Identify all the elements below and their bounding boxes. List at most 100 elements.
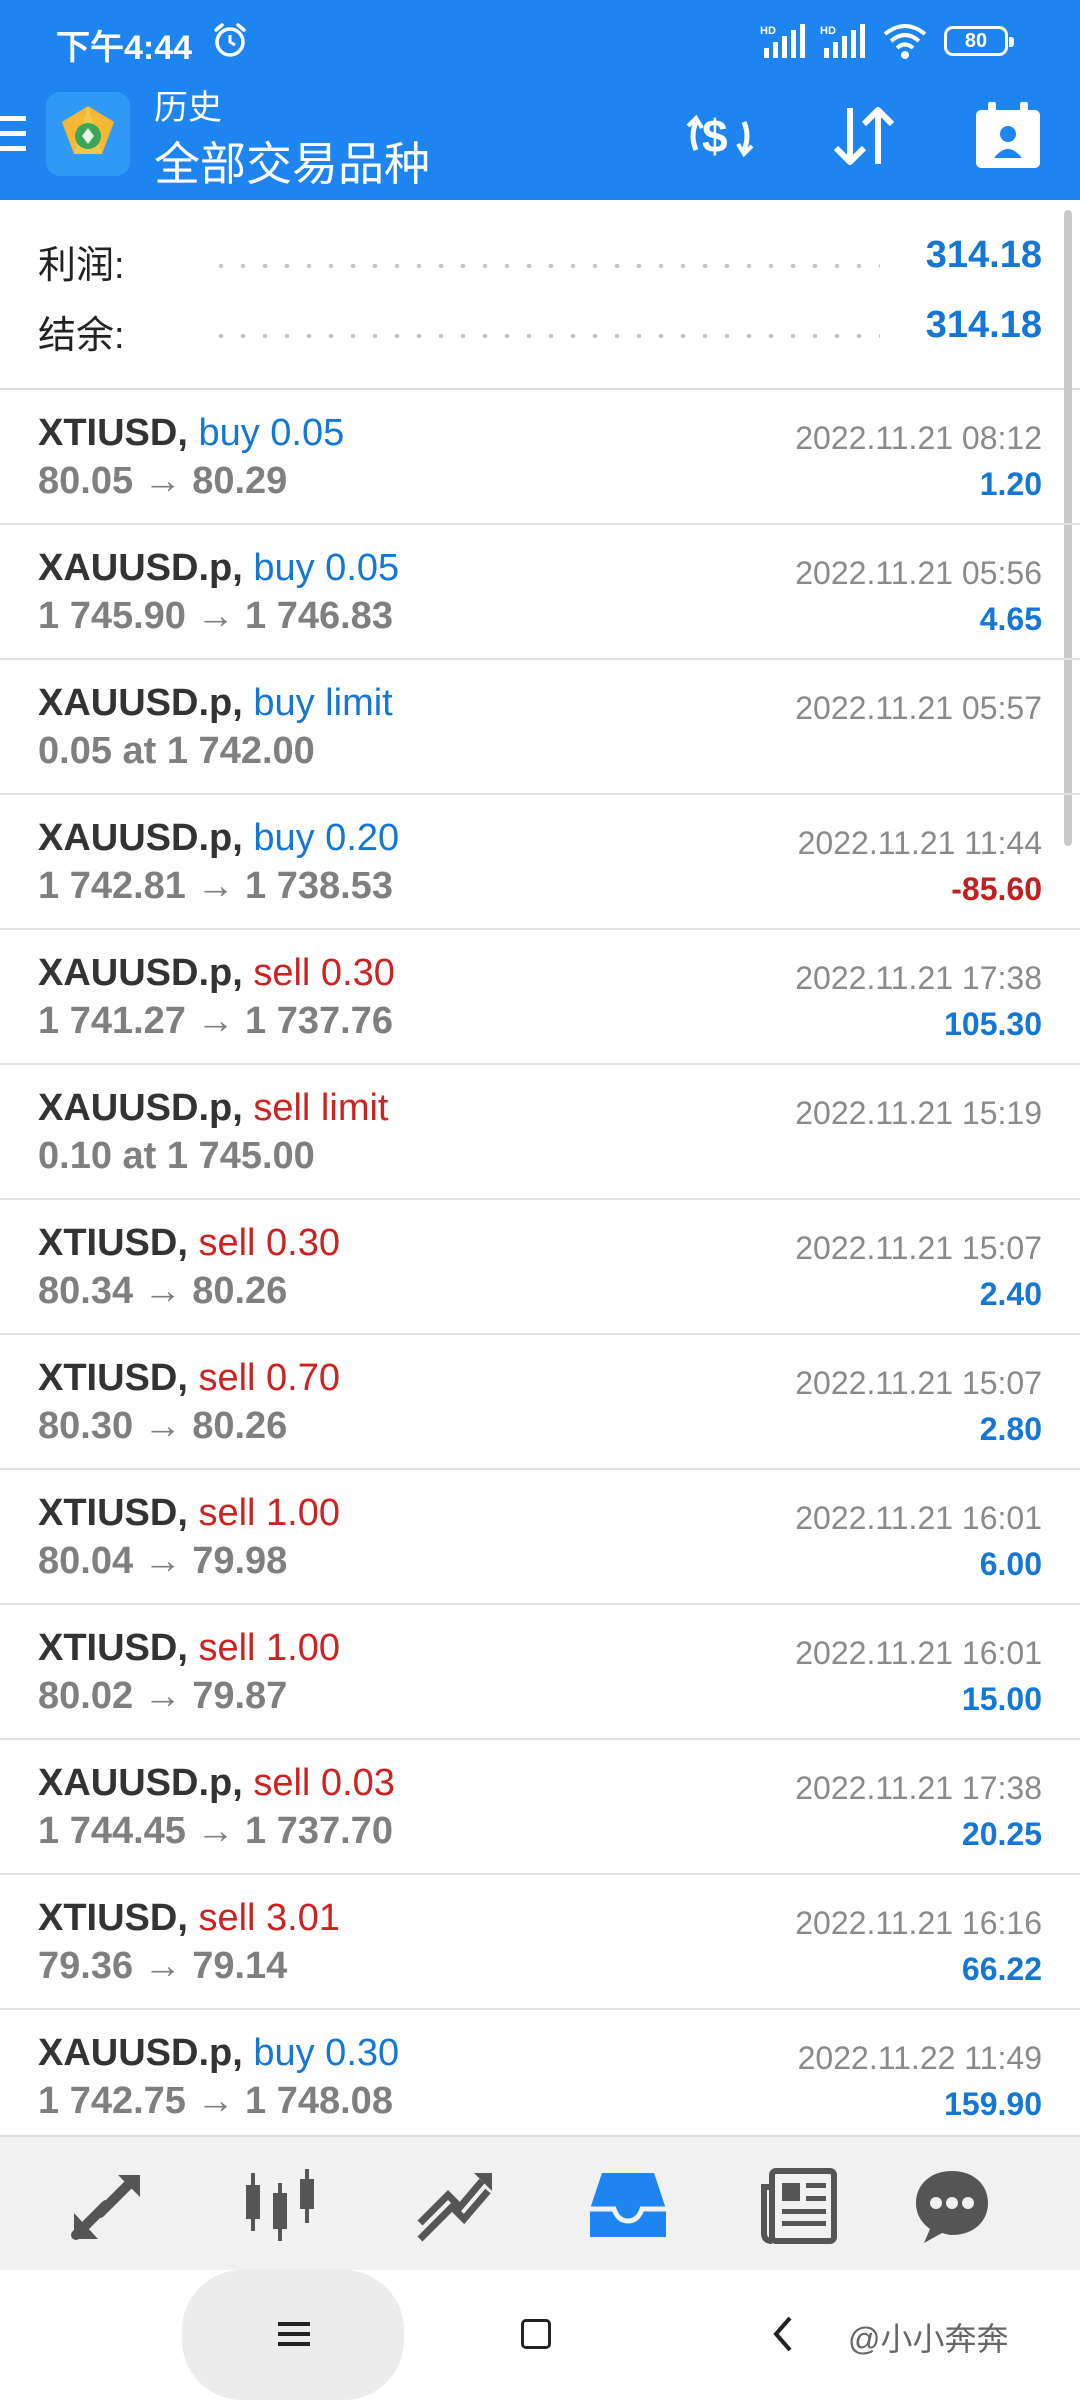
status-bar: 下午4:44 HD HD 80 bbox=[0, 0, 1080, 80]
back-icon[interactable] bbox=[768, 2314, 798, 2354]
order-symbol: XTIUSD, bbox=[38, 1357, 188, 1399]
order-row[interactable]: XTIUSD, sell 1.00 80.02 → 79.87 2022.11.… bbox=[0, 1605, 1080, 1740]
order-title: XTIUSD, sell 1.00 bbox=[38, 1492, 340, 1535]
order-symbol: XAUUSD.p, bbox=[38, 1762, 243, 1804]
order-title: XTIUSD, sell 1.00 bbox=[38, 1627, 340, 1670]
status-time: 下午4:44 bbox=[56, 29, 193, 67]
order-row[interactable]: XAUUSD.p, buy limit 0.05 at 1 742.00 202… bbox=[0, 660, 1080, 795]
order-side: sell 1.00 bbox=[198, 1627, 341, 1669]
cellular-signal-icon: HD bbox=[760, 24, 805, 58]
order-side: sell 0.30 bbox=[198, 1222, 341, 1264]
order-profit: 4.65 bbox=[979, 601, 1042, 637]
order-time: 2022.11.21 17:38 bbox=[795, 960, 1042, 996]
menu-icon[interactable] bbox=[0, 112, 30, 156]
chat-icon[interactable] bbox=[910, 2163, 994, 2247]
order-title: XAUUSD.p, buy 0.30 bbox=[38, 2032, 399, 2075]
order-row[interactable]: XAUUSD.p, buy 0.30 1 742.75 → 1 748.08 2… bbox=[0, 2010, 1080, 2145]
order-side: sell limit bbox=[253, 1087, 389, 1129]
order-time: 2022.11.21 15:07 bbox=[795, 1365, 1042, 1401]
calendar-icon[interactable] bbox=[970, 100, 1046, 172]
svg-text:$: $ bbox=[702, 110, 728, 162]
order-row[interactable]: XAUUSD.p, buy 0.20 1 742.81 → 1 738.53 2… bbox=[0, 795, 1080, 930]
order-title: XAUUSD.p, sell 0.30 bbox=[38, 952, 395, 995]
profit-label: 利润: bbox=[38, 245, 125, 287]
order-profit: 2.40 bbox=[979, 1276, 1042, 1312]
order-symbol: XAUUSD.p, bbox=[38, 952, 243, 994]
order-prices: 1 741.27 → 1 737.76 bbox=[38, 1000, 393, 1042]
order-side: buy 0.20 bbox=[253, 817, 400, 859]
chart-icon[interactable] bbox=[238, 2163, 322, 2247]
order-profit: 1.20 bbox=[979, 466, 1042, 502]
leader-dots bbox=[210, 334, 880, 338]
order-symbol: XAUUSD.p, bbox=[38, 1087, 243, 1129]
recent-apps-icon[interactable] bbox=[276, 2316, 312, 2352]
order-time: 2022.11.21 17:38 bbox=[795, 1770, 1042, 1806]
order-symbol: XTIUSD, bbox=[38, 1897, 188, 1939]
order-profit: -85.60 bbox=[951, 871, 1042, 907]
order-profit: 159.90 bbox=[944, 2086, 1042, 2122]
order-time: 2022.11.21 16:01 bbox=[795, 1635, 1042, 1671]
order-title: XTIUSD, sell 3.01 bbox=[38, 1897, 340, 1940]
order-title: XTIUSD, buy 0.05 bbox=[38, 412, 344, 455]
balance-label: 结余: bbox=[38, 315, 125, 357]
history-icon[interactable] bbox=[586, 2163, 670, 2247]
alarm-icon bbox=[214, 23, 246, 57]
order-list: XTIUSD, buy 0.05 80.05 → 80.29 2022.11.2… bbox=[0, 390, 1080, 2145]
order-prices: 80.05 → 80.29 bbox=[38, 460, 288, 502]
trade-icon[interactable] bbox=[412, 2163, 496, 2247]
order-prices: 1 742.75 → 1 748.08 bbox=[38, 2080, 393, 2122]
balance-row: 结余: 314.18 bbox=[0, 290, 1080, 360]
order-time: 2022.11.21 05:57 bbox=[795, 690, 1042, 726]
order-row[interactable]: XTIUSD, sell 0.30 80.34 → 80.26 2022.11.… bbox=[0, 1200, 1080, 1335]
news-icon[interactable] bbox=[758, 2163, 842, 2247]
order-prices: 1 745.90 → 1 746.83 bbox=[38, 595, 393, 637]
order-row[interactable]: XTIUSD, sell 1.00 80.04 → 79.98 2022.11.… bbox=[0, 1470, 1080, 1605]
currency-exchange-icon[interactable]: $ bbox=[682, 100, 758, 172]
header-title[interactable]: 全部交易品种 bbox=[154, 128, 430, 194]
order-row[interactable]: XTIUSD, sell 3.01 79.36 → 79.14 2022.11.… bbox=[0, 1875, 1080, 2010]
order-time: 2022.11.21 15:07 bbox=[795, 1230, 1042, 1266]
home-icon[interactable] bbox=[521, 2319, 551, 2349]
order-prices: 1 742.81 → 1 738.53 bbox=[38, 865, 393, 907]
order-time: 2022.11.21 05:56 bbox=[795, 555, 1042, 591]
order-side: sell 1.00 bbox=[198, 1492, 341, 1534]
order-row[interactable]: XAUUSD.p, sell 0.03 1 744.45 → 1 737.70 … bbox=[0, 1740, 1080, 1875]
order-time: 2022.11.21 15:19 bbox=[795, 1095, 1042, 1131]
summary-panel: 利润: 314.18 结余: 314.18 bbox=[0, 200, 1080, 390]
order-title: XAUUSD.p, sell limit bbox=[38, 1087, 388, 1130]
app-logo-icon bbox=[46, 92, 130, 176]
order-row[interactable]: XAUUSD.p, sell 0.30 1 741.27 → 1 737.76 … bbox=[0, 930, 1080, 1065]
order-symbol: XAUUSD.p, bbox=[38, 2032, 243, 2074]
sort-icon[interactable] bbox=[826, 100, 902, 172]
bottom-tab-bar bbox=[0, 2135, 1080, 2270]
battery-indicator: 80 bbox=[944, 26, 1014, 56]
balance-value: 314.18 bbox=[925, 304, 1042, 346]
order-time: 2022.11.21 16:16 bbox=[795, 1905, 1042, 1941]
order-prices: 80.30 → 80.26 bbox=[38, 1405, 288, 1447]
order-side: sell 0.70 bbox=[198, 1357, 341, 1399]
order-profit: 15.00 bbox=[961, 1681, 1042, 1717]
svg-text:HD: HD bbox=[820, 25, 836, 37]
order-time: 2022.11.22 11:49 bbox=[797, 2040, 1042, 2076]
order-symbol: XTIUSD, bbox=[38, 1627, 188, 1669]
order-prices: 0.05 at 1 742.00 bbox=[38, 730, 315, 772]
order-prices: 0.10 at 1 745.00 bbox=[38, 1135, 315, 1177]
order-symbol: XAUUSD.p, bbox=[38, 682, 243, 724]
order-row[interactable]: XAUUSD.p, buy 0.05 1 745.90 → 1 746.83 2… bbox=[0, 525, 1080, 660]
order-symbol: XAUUSD.p, bbox=[38, 547, 243, 589]
system-nav-bar: @小小奔奔 bbox=[0, 2270, 1080, 2400]
app-bar: 下午4:44 HD HD 80 历史 全部交易品种 $ bbox=[0, 0, 1080, 200]
order-profit: 20.25 bbox=[961, 1816, 1042, 1852]
order-prices: 1 744.45 → 1 737.70 bbox=[38, 1810, 393, 1852]
order-row[interactable]: XAUUSD.p, sell limit 0.10 at 1 745.00 20… bbox=[0, 1065, 1080, 1200]
order-profit: 66.22 bbox=[961, 1951, 1042, 1987]
order-title: XTIUSD, sell 0.70 bbox=[38, 1357, 340, 1400]
order-title: XAUUSD.p, sell 0.03 bbox=[38, 1762, 395, 1805]
order-time: 2022.11.21 08:12 bbox=[795, 420, 1042, 456]
order-row[interactable]: XTIUSD, buy 0.05 80.05 → 80.29 2022.11.2… bbox=[0, 390, 1080, 525]
cellular-signal-icon-2: HD bbox=[820, 24, 865, 58]
order-row[interactable]: XTIUSD, sell 0.70 80.30 → 80.26 2022.11.… bbox=[0, 1335, 1080, 1470]
wifi-icon bbox=[883, 24, 927, 59]
order-symbol: XTIUSD, bbox=[38, 1492, 188, 1534]
quotes-icon[interactable] bbox=[66, 2163, 150, 2247]
